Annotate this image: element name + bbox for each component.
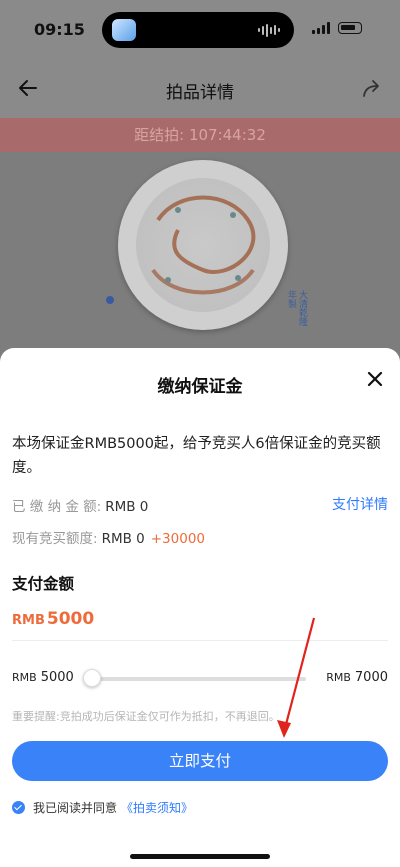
close-icon[interactable] — [364, 368, 386, 390]
signal-icon — [312, 22, 330, 34]
share-icon[interactable] — [360, 76, 384, 100]
deposit-intro: 本场保证金RMB5000起，给予竞买人6倍保证金的竞买额度。 — [12, 436, 381, 476]
checkbox-checked-icon[interactable] — [12, 801, 25, 814]
agreement-row[interactable]: 我已阅读并同意 《拍卖须知》 — [12, 799, 193, 816]
amount-slider-thumb[interactable] — [83, 669, 101, 687]
divider — [12, 640, 388, 641]
porcelain-plate-image — [118, 160, 288, 330]
auction-countdown: 距结拍: 107:44:32 — [0, 118, 400, 152]
bidding-quota-increase: +30000 — [150, 531, 205, 547]
battery-icon — [338, 22, 362, 34]
sheet-title: 缴纳保证金 — [157, 377, 243, 397]
slider-min-currency: RMB — [12, 671, 37, 684]
paid-amount-row: 已 缴 纳 金 额: RMB 0 — [12, 495, 148, 515]
bidding-quota-row: 现有竞买额度: RMB 0 +30000 — [12, 527, 205, 547]
page-title: 拍品详情 — [166, 83, 234, 103]
lot-image-carousel[interactable]: 大清乾隆年製 — [0, 152, 400, 362]
bidding-quota-value: RMB 0 — [101, 531, 145, 547]
carousel-dot-active[interactable] — [106, 296, 114, 304]
pay-now-button[interactable]: 立即支付 — [12, 741, 388, 781]
audio-wave-icon — [258, 23, 280, 37]
nav-header: 拍品详情 — [0, 56, 400, 118]
bidding-quota-label: 现有竞买额度: — [12, 531, 98, 547]
payment-amount-title: 支付金额 — [12, 575, 75, 593]
payment-amount-value: 5000 — [46, 609, 95, 629]
reign-mark-seal: 大清乾隆年製 — [273, 290, 307, 332]
status-bar: 09:15 — [0, 0, 400, 56]
pay-detail-link[interactable]: 支付详情 — [332, 494, 388, 514]
payment-amount-currency: RMB — [12, 613, 45, 628]
home-indicator — [130, 854, 270, 859]
slider-max-value: 7000 — [354, 670, 388, 685]
agreement-text: 我已阅读并同意 — [33, 801, 118, 815]
slider-min-label: RMB 5000 — [12, 670, 74, 685]
reign-mark-text: 大清乾隆年製 — [286, 290, 307, 326]
deposit-sheet: 缴纳保证金 本场保证金RMB5000起，给予竞买人6倍保证金的竞买额度。 已 缴… — [0, 348, 400, 867]
slider-min-value: 5000 — [40, 670, 74, 685]
payment-amount: RMB 5000 — [12, 609, 94, 629]
app-thumbnail-icon — [112, 19, 136, 41]
paid-amount-value: RMB 0 — [105, 499, 149, 515]
annotation-arrow-icon — [277, 617, 316, 738]
important-notice: 重要提醒:竞拍成功后保证金仅可作为抵扣，不再退回。 — [12, 710, 280, 723]
paid-amount-label: 已 缴 纳 金 额: — [12, 499, 102, 515]
auction-terms-link[interactable]: 《拍卖须知》 — [121, 799, 193, 816]
slider-max-label: RMB 7000 — [326, 670, 388, 685]
dragon-pattern-icon — [151, 195, 256, 295]
status-time: 09:15 — [34, 20, 85, 39]
dynamic-island — [102, 12, 294, 48]
slider-max-currency: RMB — [326, 671, 351, 684]
